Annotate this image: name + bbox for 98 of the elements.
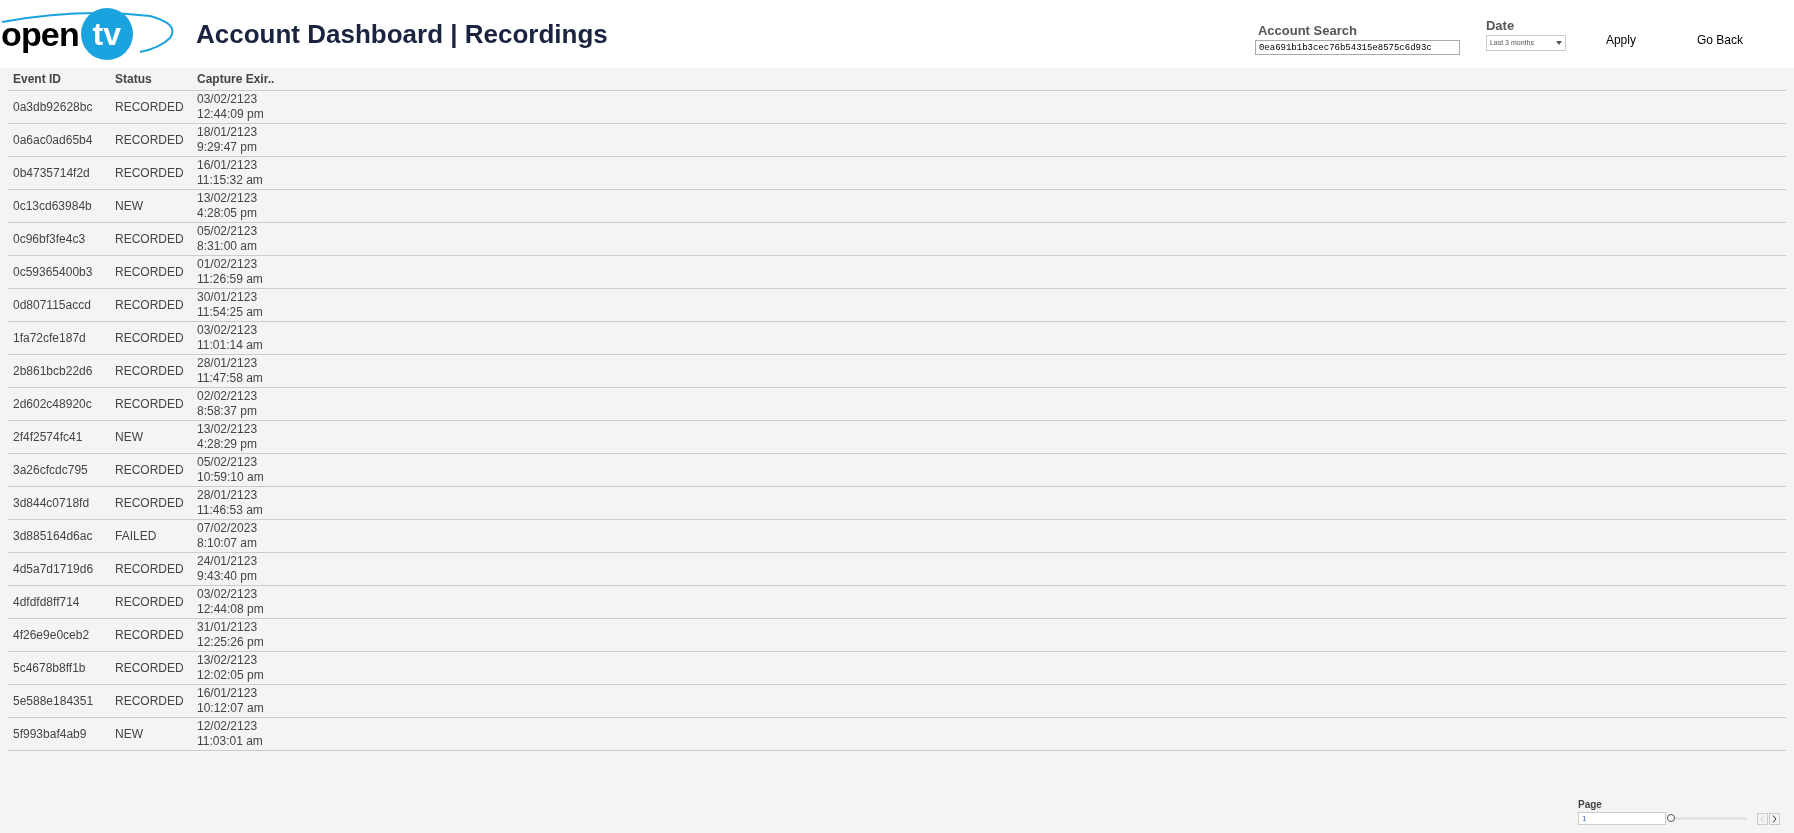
account-search-field[interactable]: 0ea691b1b3cec76b54315e8575c6d93c bbox=[1254, 40, 1460, 56]
table-cell-text: 03/02/2123 bbox=[197, 587, 259, 602]
table-cell: NEW bbox=[115, 727, 143, 741]
table-cell-text: 11:01:14 am bbox=[197, 338, 264, 353]
chevron-right-icon bbox=[1772, 814, 1777, 823]
field-label: Date bbox=[1485, 16, 1516, 35]
table-cell: 1fa72cfe187d bbox=[13, 331, 86, 345]
table-cell-text: 12:44:08 pm bbox=[197, 602, 265, 617]
table-cell-text: 8:58:37 pm bbox=[197, 404, 259, 419]
logo-badge: tv bbox=[80, 8, 133, 60]
table-cell-text: 03/02/2123 bbox=[197, 92, 259, 107]
go-back-button[interactable]: Go Back bbox=[1696, 31, 1743, 50]
table-cell-text: 11:15:32 am bbox=[197, 173, 264, 188]
table-cell: RECORDED bbox=[115, 397, 184, 411]
table-cell: 0c59365400b3 bbox=[13, 265, 93, 279]
table-cell-text: 03/02/2123 bbox=[197, 323, 259, 338]
table-cell-text: 12/02/2123 bbox=[197, 719, 259, 734]
table-cell-text: 02/02/2123 bbox=[197, 389, 259, 404]
table-cell: 3d885164d6ac bbox=[13, 529, 93, 543]
table-cell-text: 31/01/2123 bbox=[197, 620, 259, 635]
table-cell: RECORDED bbox=[115, 595, 184, 609]
table-cell-text: 11:54:25 am bbox=[197, 305, 264, 320]
table-cell: 5f993baf4ab9 bbox=[13, 727, 87, 741]
table-cell: 0a6ac0ad65b4 bbox=[13, 133, 93, 147]
table-cell-text: 12:44:09 pm bbox=[197, 107, 265, 122]
column-header: Capture Exir.. bbox=[192, 68, 282, 91]
table-cell: RECORDED bbox=[115, 694, 184, 708]
table-cell-text: 4:28:29 pm bbox=[197, 437, 259, 452]
table-cell: 0c96bf3fe4c3 bbox=[13, 232, 86, 246]
table-cell: RECORDED bbox=[115, 661, 184, 675]
table-cell-text: 9:29:47 pm bbox=[197, 140, 259, 155]
table-cell-text: 10:59:10 am bbox=[197, 470, 265, 485]
table-cell: 5e588e184351 bbox=[13, 694, 94, 708]
table-cell: 2d602c48920c bbox=[13, 397, 92, 411]
page-title: Account Dashboard | Recordings bbox=[196, 17, 608, 51]
table-cell: RECORDED bbox=[115, 364, 184, 378]
table-cell-text: 11:26:59 am bbox=[197, 272, 264, 287]
table-cell-text: 05/02/2123 bbox=[197, 455, 259, 470]
field-label: Account Search bbox=[1257, 21, 1358, 40]
table-cell-text: 13/02/2123 bbox=[197, 422, 259, 437]
table-cell: 5c4678b8ff1b bbox=[13, 661, 86, 675]
slider-thumb[interactable] bbox=[1667, 814, 1675, 822]
table-cell: 0c13cd63984b bbox=[13, 199, 92, 213]
table-cell: RECORDED bbox=[115, 331, 184, 345]
table-cell: 0b4735714f2d bbox=[13, 166, 90, 180]
table-cell-text: 13/02/2123 bbox=[197, 191, 259, 206]
table-cell-text: 01/02/2123 bbox=[197, 257, 259, 272]
table-cell: RECORDED bbox=[115, 265, 184, 279]
table-cell-text: 11:46:53 am bbox=[197, 503, 264, 518]
table-cell: 0a3db92628bc bbox=[13, 100, 93, 114]
table-cell-text: 28/01/2123 bbox=[197, 356, 259, 371]
table-cell-text: 07/02/2023 bbox=[197, 521, 259, 536]
table-cell: NEW bbox=[115, 199, 143, 213]
table-cell-text: 9:43:40 pm bbox=[197, 569, 259, 584]
table-cell: 2b861bcb22d6 bbox=[13, 364, 93, 378]
table-cell-text: 24/01/2123 bbox=[197, 554, 259, 569]
table-cell-text: 16/01/2123 bbox=[197, 686, 259, 701]
table-cell: FAILED bbox=[115, 529, 157, 543]
table-cell: RECORDED bbox=[115, 100, 184, 114]
logo-text: open bbox=[1, 13, 79, 55]
table-cell-text: 11:47:58 am bbox=[197, 371, 264, 386]
table-cell-text: 10:12:07 am bbox=[197, 701, 265, 716]
caret-icon bbox=[1555, 41, 1562, 46]
table-cell-text: 16/01/2123 bbox=[197, 158, 259, 173]
table-cell-text: 4:28:05 pm bbox=[197, 206, 259, 221]
column-header: Status bbox=[110, 68, 192, 91]
table-cell: RECORDED bbox=[115, 628, 184, 642]
table-cell: RECORDED bbox=[115, 463, 184, 477]
table-cell-text: 05/02/2123 bbox=[197, 224, 259, 239]
table-cell-text: 18/01/2123 bbox=[197, 125, 259, 140]
table-cell: RECORDED bbox=[115, 496, 184, 510]
table-cell-text: 11:03:01 am bbox=[197, 734, 264, 749]
apply-button[interactable]: Apply bbox=[1605, 31, 1636, 50]
table-cell: 3d844c0718fd bbox=[13, 496, 90, 510]
field-label: Page bbox=[1578, 798, 1603, 812]
table-cell-text: 12:25:26 pm bbox=[197, 635, 265, 650]
table-cell: 4d5a7d1719d6 bbox=[13, 562, 94, 576]
table-cell-text: 8:31:00 am bbox=[197, 239, 259, 254]
table-cell: 3a26cfcdc795 bbox=[13, 463, 88, 477]
chevron-left-icon bbox=[1760, 814, 1765, 823]
table-cell-text: 12:02:05 pm bbox=[197, 668, 265, 683]
column-header: Event ID bbox=[8, 68, 110, 91]
table-cell: 4f26e9e0ceb2 bbox=[13, 628, 90, 642]
table-cell-text: 30/01/2123 bbox=[197, 290, 259, 305]
table-cell: RECORDED bbox=[115, 232, 184, 246]
table-cell-text: 13/02/2123 bbox=[197, 653, 259, 668]
table-cell: 2f4f2574fc41 bbox=[13, 430, 83, 444]
table-cell-text: 8:10:07 am bbox=[197, 536, 259, 551]
next-button[interactable] bbox=[1769, 812, 1780, 825]
table-cell: RECORDED bbox=[115, 166, 184, 180]
table-cell: RECORDED bbox=[115, 298, 184, 312]
page-field[interactable]: 1 bbox=[1578, 812, 1666, 825]
table-cell: 4dfdfd8ff714 bbox=[13, 595, 80, 609]
table-cell: RECORDED bbox=[115, 562, 184, 576]
table-cell: RECORDED bbox=[115, 133, 184, 147]
table-cell: NEW bbox=[115, 430, 143, 444]
table-cell: 0d807115accd bbox=[13, 298, 91, 312]
table-cell-text: 28/01/2123 bbox=[197, 488, 259, 503]
